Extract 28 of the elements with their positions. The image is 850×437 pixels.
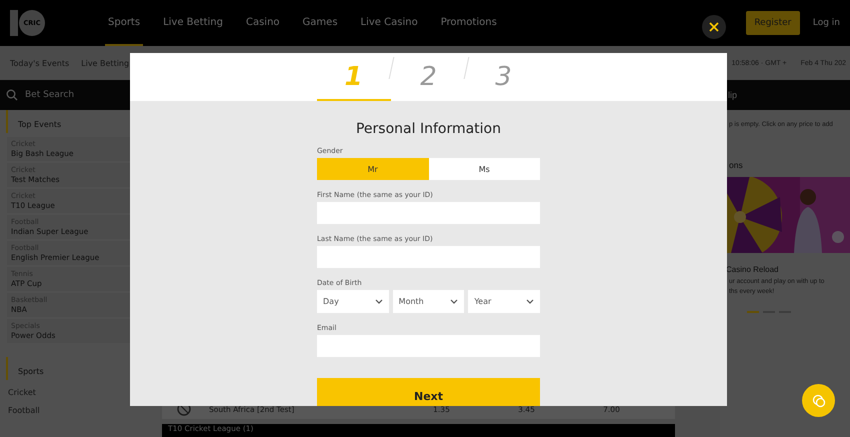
chat-icon (812, 394, 826, 408)
nav-tab[interactable]: Live Casino (358, 0, 421, 46)
login-link[interactable]: Log in (812, 18, 840, 28)
chevron-down-icon (374, 299, 383, 304)
step-indicator: 2 (419, 61, 438, 94)
carousel-indicator[interactable] (747, 311, 759, 313)
dropdown[interactable]: Month (392, 290, 464, 313)
promo-title: Casino Reload (725, 264, 780, 276)
chevron-down-icon (450, 299, 458, 304)
gender-option[interactable]: Ms (428, 158, 540, 180)
step-indicator: 1 (316, 53, 390, 101)
nav-tab[interactable]: Casino (242, 0, 283, 46)
promotions-heading: ons (728, 159, 744, 172)
search-icon (6, 89, 18, 101)
sport-link[interactable]: Football (0, 402, 160, 420)
dropdown[interactable]: Day (317, 290, 389, 313)
next-button[interactable]: Next (317, 378, 540, 406)
dropdown[interactable]: Year (468, 290, 540, 313)
chevron-down-icon (526, 299, 534, 304)
nav-tab[interactable]: Live Betting (160, 0, 226, 46)
register-button[interactable]: Register (746, 11, 800, 35)
gender-option[interactable]: Mr (317, 158, 428, 180)
close-icon (709, 22, 719, 32)
search-label: Bet Search (25, 90, 74, 100)
nav-tab[interactable]: Games (300, 0, 341, 46)
step-indicator: 3 (494, 61, 513, 94)
nav-tab[interactable]: Promotions (438, 0, 500, 46)
dialog-title: Personal Information (356, 121, 501, 137)
